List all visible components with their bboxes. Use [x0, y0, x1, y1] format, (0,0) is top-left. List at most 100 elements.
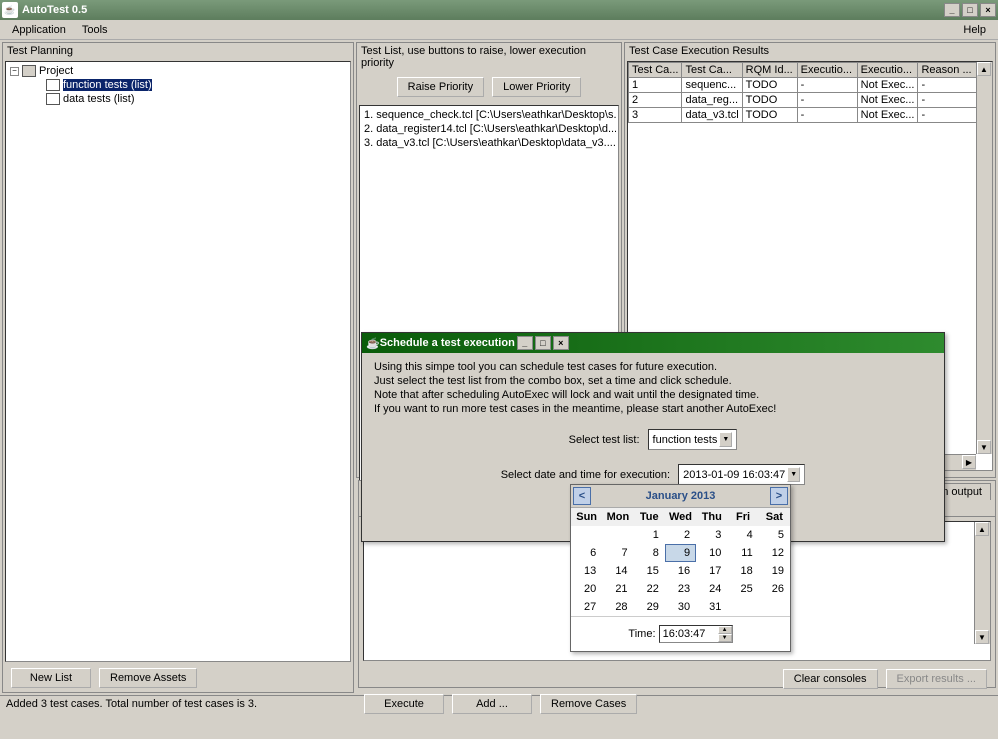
- calendar-day[interactable]: 3: [696, 526, 727, 544]
- calendar-day[interactable]: 30: [665, 598, 696, 616]
- prev-month-button[interactable]: <: [573, 487, 591, 505]
- scroll-down-icon[interactable]: ▼: [977, 440, 991, 454]
- tree-item-data-tests[interactable]: data tests (list): [10, 92, 346, 106]
- remove-cases-button[interactable]: Remove Cases: [540, 694, 637, 714]
- datetime-combo[interactable]: 2013-01-09 16:03:47 ▼: [678, 464, 805, 485]
- scroll-right-icon[interactable]: ▶: [962, 455, 976, 469]
- calendar-day[interactable]: 23: [665, 580, 696, 598]
- list-icon: [46, 93, 60, 105]
- calendar-day[interactable]: 22: [634, 580, 665, 598]
- vertical-scrollbar[interactable]: ▲ ▼: [974, 522, 990, 644]
- tree-item-function-tests[interactable]: function tests (list): [10, 78, 346, 92]
- time-spinner[interactable]: ▲ ▼: [659, 625, 733, 643]
- calendar-day[interactable]: 10: [696, 544, 727, 562]
- col-header[interactable]: Executio...: [857, 63, 918, 78]
- calendar-day[interactable]: 16: [665, 562, 696, 580]
- calendar-dow: Mon: [602, 508, 633, 526]
- menu-help[interactable]: Help: [955, 22, 994, 38]
- select-date-label: Select date and time for execution:: [501, 469, 670, 481]
- minimize-button[interactable]: _: [944, 3, 960, 17]
- col-header[interactable]: RQM Id...: [742, 63, 797, 78]
- col-header[interactable]: Executio...: [797, 63, 857, 78]
- calendar-dow: Thu: [696, 508, 727, 526]
- calendar-day[interactable]: 31: [696, 598, 727, 616]
- calendar-day[interactable]: 8: [634, 544, 665, 562]
- dialog-title-text: Schedule a test execution: [380, 337, 515, 349]
- scroll-up-icon[interactable]: ▲: [975, 522, 989, 536]
- execute-button[interactable]: Execute: [364, 694, 444, 714]
- table-row[interactable]: 2 data_reg... TODO - Not Exec... -: [629, 93, 992, 108]
- dialog-minimize-button[interactable]: _: [517, 336, 533, 350]
- collapse-icon[interactable]: −: [10, 67, 19, 76]
- table-row[interactable]: 3 data_v3.tcl TODO - Not Exec... -: [629, 108, 992, 123]
- java-icon: ☕: [2, 2, 18, 18]
- calendar-day[interactable]: 19: [759, 562, 790, 580]
- test-list-combo[interactable]: function tests ▼: [648, 429, 738, 450]
- vertical-scrollbar[interactable]: ▲ ▼: [976, 62, 992, 454]
- calendar-dow: Wed: [665, 508, 696, 526]
- test-item[interactable]: 2. data_register14.tcl [C:\Users\eathkar…: [362, 122, 616, 136]
- col-header[interactable]: Test Ca...: [629, 63, 682, 78]
- remove-assets-button[interactable]: Remove Assets: [99, 668, 197, 688]
- calendar-day[interactable]: 13: [571, 562, 602, 580]
- results-title: Test Case Execution Results: [625, 43, 995, 59]
- new-list-button[interactable]: New List: [11, 668, 91, 688]
- calendar-day[interactable]: 27: [571, 598, 602, 616]
- calendar-day[interactable]: 2: [665, 526, 696, 544]
- test-item[interactable]: 3. data_v3.tcl [C:\Users\eathkar\Desktop…: [362, 136, 616, 150]
- calendar-day[interactable]: 15: [634, 562, 665, 580]
- calendar-day[interactable]: 9: [665, 544, 696, 562]
- calendar-day[interactable]: 28: [602, 598, 633, 616]
- calendar-day[interactable]: 24: [696, 580, 727, 598]
- lower-priority-button[interactable]: Lower Priority: [492, 77, 581, 97]
- calendar-day[interactable]: 17: [696, 562, 727, 580]
- menubar: Application Tools Help: [0, 20, 998, 40]
- project-tree[interactable]: − Project function tests (list) data tes…: [5, 61, 351, 662]
- calendar-day[interactable]: 11: [727, 544, 758, 562]
- calendar-day[interactable]: 1: [634, 526, 665, 544]
- titlebar: ☕ AutoTest 0.5 _ □ ×: [0, 0, 998, 20]
- panel-title: Test Planning: [3, 43, 353, 59]
- calendar-day[interactable]: 7: [602, 544, 633, 562]
- chevron-down-icon[interactable]: ▼: [787, 467, 800, 482]
- calendar-day[interactable]: 12: [759, 544, 790, 562]
- scroll-up-icon[interactable]: ▲: [977, 62, 991, 76]
- calendar-day[interactable]: 26: [759, 580, 790, 598]
- calendar-day[interactable]: 25: [727, 580, 758, 598]
- spinner-down-icon[interactable]: ▼: [718, 634, 732, 642]
- maximize-button[interactable]: □: [962, 3, 978, 17]
- test-item[interactable]: 1. sequence_check.tcl [C:\Users\eathkar\…: [362, 108, 616, 122]
- calendar-month: January 2013: [646, 490, 716, 502]
- window-title: AutoTest 0.5: [22, 4, 87, 16]
- clear-consoles-button[interactable]: Clear consoles: [783, 669, 878, 689]
- calendar-day[interactable]: 29: [634, 598, 665, 616]
- dialog-maximize-button[interactable]: □: [535, 336, 551, 350]
- test-planning-panel: Test Planning − Project function tests (…: [2, 42, 354, 693]
- dialog-text: Just select the test list from the combo…: [374, 375, 932, 387]
- menu-application[interactable]: Application: [4, 22, 74, 38]
- calendar-day[interactable]: 4: [727, 526, 758, 544]
- chevron-down-icon[interactable]: ▼: [719, 432, 732, 447]
- col-header[interactable]: Test Ca...: [682, 63, 742, 78]
- calendar-day[interactable]: 20: [571, 580, 602, 598]
- calendar-day[interactable]: 5: [759, 526, 790, 544]
- dialog-titlebar[interactable]: ☕ Schedule a test execution _ □ ×: [362, 333, 944, 353]
- next-month-button[interactable]: >: [770, 487, 788, 505]
- export-results-button[interactable]: Export results ...: [886, 669, 987, 689]
- test-list-title: Test List, use buttons to raise, lower e…: [357, 43, 621, 71]
- spinner-up-icon[interactable]: ▲: [718, 626, 732, 634]
- table-row[interactable]: 1 sequenc... TODO - Not Exec... -: [629, 78, 992, 93]
- calendar-day[interactable]: 6: [571, 544, 602, 562]
- calendar-day[interactable]: 18: [727, 562, 758, 580]
- time-input[interactable]: [660, 626, 718, 642]
- calendar-day[interactable]: 14: [602, 562, 633, 580]
- add-button[interactable]: Add ...: [452, 694, 532, 714]
- close-button[interactable]: ×: [980, 3, 996, 17]
- raise-priority-button[interactable]: Raise Priority: [397, 77, 484, 97]
- menu-tools[interactable]: Tools: [74, 22, 116, 38]
- results-table: Test Ca... Test Ca... RQM Id... Executio…: [628, 62, 992, 123]
- dialog-close-button[interactable]: ×: [553, 336, 569, 350]
- calendar-day[interactable]: 21: [602, 580, 633, 598]
- tree-root[interactable]: − Project: [10, 64, 346, 78]
- scroll-down-icon[interactable]: ▼: [975, 630, 989, 644]
